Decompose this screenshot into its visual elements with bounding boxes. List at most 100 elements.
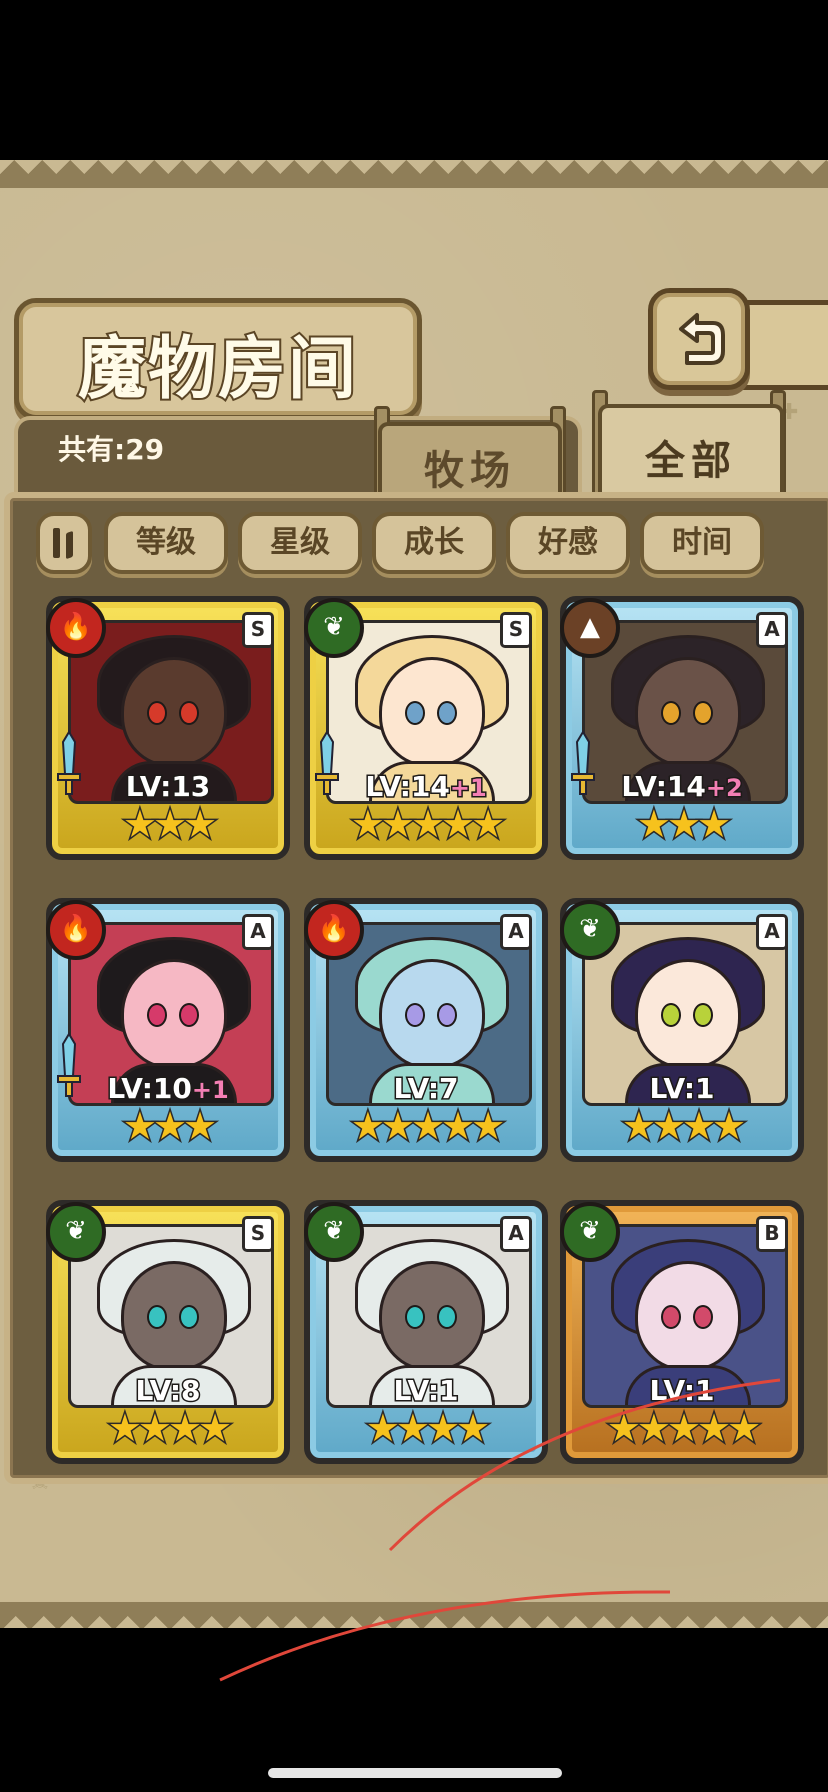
level-label: LV:14+2: [566, 769, 798, 805]
level-bonus: +1: [448, 773, 488, 804]
portrait-eye: [179, 1305, 199, 1329]
portrait-eye: [437, 701, 457, 725]
portrait-face: [635, 959, 741, 1069]
filter-time-button[interactable]: 时间: [640, 512, 764, 574]
star-rating: ★★★★★: [349, 801, 506, 848]
rank-badge: A: [500, 1216, 532, 1252]
portrait-eye: [661, 1305, 681, 1329]
portrait-eye: [179, 1003, 199, 1027]
star-rating: ★★★: [121, 801, 218, 848]
leaf-icon: ❦: [560, 900, 620, 960]
monster-board: 等级 星级 成长 好感 时间 S 🔥 LV:13 ★★★ S ❦ LV:14+1 ★★★★★ A…: [4, 492, 828, 1484]
star-rating: ★★★: [635, 801, 732, 848]
monster-card[interactable]: S ❦ LV:8 ★★★★: [46, 1200, 290, 1464]
portrait-face: [121, 657, 227, 767]
filter-stars-button[interactable]: 星级: [238, 512, 362, 574]
level-value: LV:10: [106, 1071, 194, 1107]
filter-growth-button[interactable]: 成长: [372, 512, 496, 574]
portrait-face: [379, 959, 485, 1069]
portrait-eye: [147, 1003, 167, 1027]
portrait-face: [635, 1261, 741, 1371]
monster-card[interactable]: A 🔥 LV:10+1 ★★★: [46, 898, 290, 1162]
level-value: LV:8: [134, 1373, 202, 1409]
star-rating: ★★★★: [106, 1405, 233, 1452]
level-value: LV:13: [124, 769, 212, 805]
fire-icon: 🔥: [304, 900, 364, 960]
leaf-icon: ❦: [560, 1202, 620, 1262]
portrait-face: [379, 657, 485, 767]
star-rating: ★★★: [121, 1103, 218, 1150]
rank-badge: S: [500, 612, 532, 648]
earth-icon: ▲: [560, 598, 620, 658]
portrait-eye: [437, 1003, 457, 1027]
level-value: LV:7: [392, 1071, 460, 1107]
monster-card[interactable]: S ❦ LV:14+1 ★★★★★: [304, 596, 548, 860]
monster-card[interactable]: B ❦ LV:1 ★★★★★: [560, 1200, 804, 1464]
leaf-icon: ❦: [304, 598, 364, 658]
portrait-face: [635, 657, 741, 767]
sort-bar-icon: [53, 528, 60, 558]
return-arrow-icon: [679, 313, 725, 365]
title-plaque: 魔物房间: [14, 298, 422, 420]
portrait-eye: [693, 1003, 713, 1027]
game-screen: ☠ ☠ ✚ 魔物房间 共有:29 牧场 全部 等级 星级 成长 好感 时间 S🔥…: [0, 160, 828, 1628]
monster-card[interactable]: S 🔥 LV:13 ★★★: [46, 596, 290, 860]
back-button[interactable]: [648, 288, 750, 390]
portrait-face: [121, 959, 227, 1069]
leaf-icon: ❦: [46, 1202, 106, 1262]
monster-card[interactable]: A ❦ LV:1 ★★★★: [304, 1200, 548, 1464]
level-value: LV:1: [392, 1373, 460, 1409]
monster-card[interactable]: A 🔥 LV:7 ★★★★★: [304, 898, 548, 1162]
tab-all-label: 全部: [645, 438, 737, 484]
rank-badge: A: [756, 914, 788, 950]
level-label: LV:1: [566, 1373, 798, 1409]
star-rating: ★★★★: [620, 1103, 747, 1150]
portrait-face: [379, 1261, 485, 1371]
rank-badge: B: [756, 1216, 788, 1252]
level-label: LV:13: [52, 769, 284, 805]
rank-badge: A: [242, 914, 274, 950]
rank-badge: A: [500, 914, 532, 950]
star-rating: ★★★★★: [349, 1103, 506, 1150]
star-rating: ★★★★★: [605, 1405, 762, 1452]
portrait-eye: [693, 1305, 713, 1329]
tab-all[interactable]: 全部: [598, 404, 784, 502]
filter-row: 等级 星级 成长 好感 时间: [36, 512, 796, 574]
star-rating: ★★★★: [364, 1405, 491, 1452]
portrait-eye: [147, 1305, 167, 1329]
rank-badge: S: [242, 612, 274, 648]
monster-card[interactable]: A ▲ LV:14+2 ★★★: [560, 596, 804, 860]
level-label: LV:7: [310, 1071, 542, 1107]
portrait-eye: [179, 701, 199, 725]
level-label: LV:8: [52, 1373, 284, 1409]
portrait-eye: [693, 701, 713, 725]
level-label: LV:14+1: [310, 769, 542, 805]
sort-order-toggle[interactable]: [36, 512, 92, 574]
level-label: LV:1: [566, 1071, 798, 1107]
rank-badge: S: [242, 1216, 274, 1252]
monster-count: 共有:29: [58, 433, 165, 466]
portrait-eye: [405, 701, 425, 725]
portrait-eye: [437, 1305, 457, 1329]
fire-icon: 🔥: [46, 598, 106, 658]
level-bonus: +2: [704, 773, 744, 804]
filter-level-button[interactable]: 等级: [104, 512, 228, 574]
rank-badge: A: [756, 612, 788, 648]
tab-pasture[interactable]: 牧场: [378, 422, 562, 500]
home-indicator[interactable]: [268, 1768, 562, 1778]
leaf-icon: ❦: [304, 1202, 364, 1262]
monster-card[interactable]: A ❦ LV:1 ★★★★: [560, 898, 804, 1162]
level-bonus: +1: [190, 1075, 230, 1106]
level-label: LV:10+1: [52, 1071, 284, 1107]
page-title: 魔物房间: [76, 328, 358, 411]
portrait-eye: [661, 701, 681, 725]
sort-bar-icon: [66, 530, 73, 560]
portrait-eye: [405, 1003, 425, 1027]
portrait-face: [121, 1261, 227, 1371]
fire-icon: 🔥: [46, 900, 106, 960]
level-value: LV:1: [648, 1071, 716, 1107]
level-value: LV:14: [364, 769, 452, 805]
portrait-eye: [661, 1003, 681, 1027]
level-value: LV:14: [620, 769, 708, 805]
filter-affection-button[interactable]: 好感: [506, 512, 630, 574]
